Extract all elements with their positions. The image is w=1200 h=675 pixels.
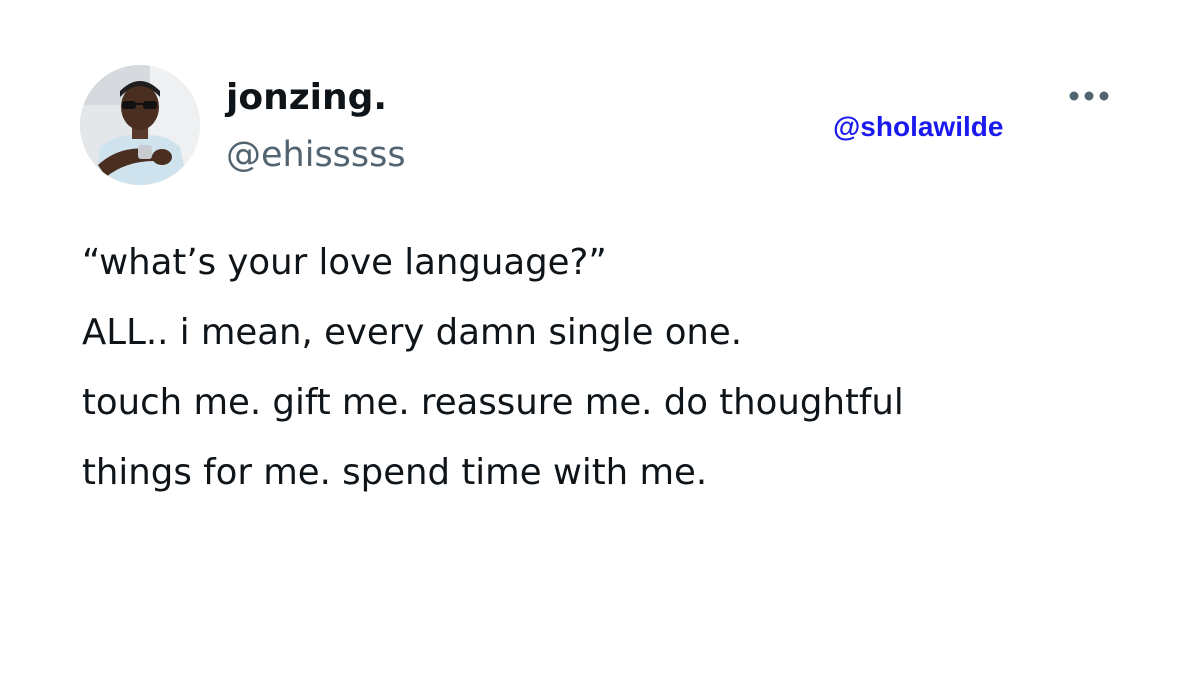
more-horizontal-icon <box>1069 91 1109 101</box>
author-display-name[interactable]: jonzing. <box>226 76 387 120</box>
tweet-text-line: things for me. spend time with me. <box>82 452 708 493</box>
profile-photo-icon <box>80 65 200 185</box>
tweet-text-line: ALL.. i mean, every damn single one. <box>82 312 743 353</box>
watermark-handle: @sholawilde <box>833 111 1004 142</box>
tweet-text: “what’s your love language?” ALL.. i mea… <box>82 228 1162 508</box>
author-handle[interactable]: @ehisssss <box>226 133 406 177</box>
tweet-text-line: touch me. gift me. reassure me. do thoug… <box>82 382 904 423</box>
more-options-button[interactable] <box>1062 84 1116 108</box>
avatar[interactable] <box>80 65 200 185</box>
tweet-card: jonzing. @ehisssss @sholawilde “what’s y… <box>0 0 1200 675</box>
tweet-text-line: “what’s your love language?” <box>82 242 607 283</box>
